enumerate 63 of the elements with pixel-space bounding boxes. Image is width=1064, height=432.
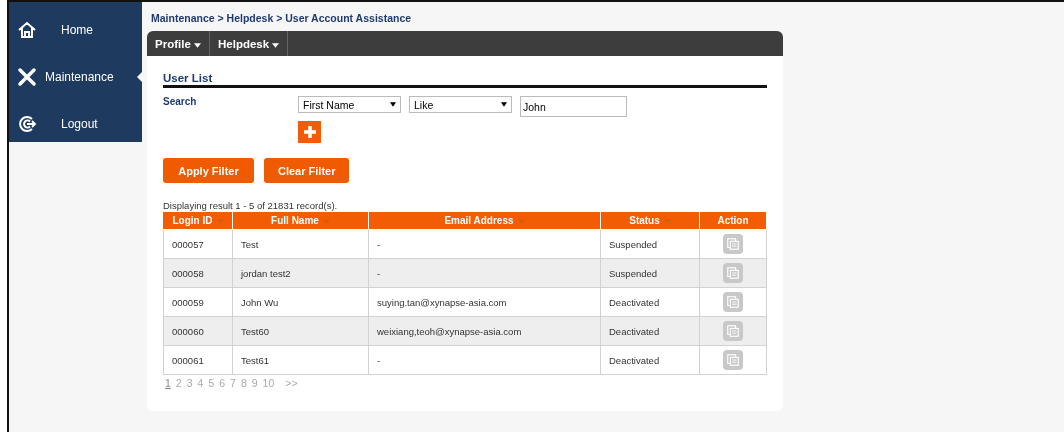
filter-button[interactable]: Apply Filter [163,158,254,183]
menu-dropdown[interactable]: Helpdesk [210,31,289,56]
plus-icon [302,125,317,139]
page-link[interactable]: 7 [230,377,236,389]
column-header[interactable]: Full Name [232,211,369,230]
home-icon [17,19,37,40]
page-link[interactable]: 9 [251,377,258,389]
table-cell: Suspended [600,258,700,288]
tools-icon [17,66,37,87]
edit-button[interactable] [723,321,743,341]
table-cell: weixiang,teoh@xynapse-asia.com [368,316,601,346]
page-link[interactable]: 4 [197,377,204,389]
edit-button[interactable] [723,350,743,370]
caret-icon [390,102,396,107]
breadcrumb: Maintenance > Helpdesk > User Account Assistance [151,12,413,26]
column-header[interactable]: Email Address [368,211,601,230]
column-header: Action [699,211,767,230]
table-cell: 000059 [163,287,233,317]
menu-dropdown[interactable]: Profile [147,31,210,56]
table-cell: jordan test2 [232,258,369,288]
column-header[interactable]: Login ID [163,211,233,230]
table-cell: - [368,345,601,375]
edit-button[interactable] [723,234,743,254]
page-link[interactable]: 8 [240,377,247,389]
caret-icon [272,42,280,48]
edit-button[interactable] [723,263,743,283]
operator-dropdown[interactable]: Like [409,96,512,113]
table-cell: John Wu [232,287,369,317]
table-cell: 000060 [163,316,233,346]
table-cell: - [368,229,601,259]
table-cell: Suspended [600,229,700,259]
caret-icon [194,42,201,48]
page-link[interactable]: >> [285,377,298,389]
edit-button[interactable] [723,292,743,312]
page-link[interactable]: 5 [208,377,215,389]
column-header[interactable]: Status [600,211,700,230]
sidebar-item[interactable]: Logout [9,100,142,147]
page-link[interactable]: 3 [186,377,193,389]
page-link[interactable]: 1 [165,377,171,389]
page-link[interactable]: 6 [219,377,226,389]
field-dropdown[interactable]: First Name [298,96,401,113]
table-cell: Test60 [232,316,369,346]
table-cell: suying.tan@xynapse-asia.com [368,287,601,317]
sidebar-item[interactable]: Home [9,6,142,53]
table-cell: Deactivated [600,287,700,317]
table-cell: Deactivated [600,345,700,375]
page-link[interactable]: 2 [175,377,182,389]
table-cell: Deactivated [600,316,700,346]
result-count: Displaying result 1 - 5 of 21831 record(s). [163,200,339,211]
add-button[interactable] [298,121,321,143]
table-cell: Test [232,229,369,259]
page-link[interactable]: 10 [262,377,275,389]
caret-icon [501,102,507,107]
search-field[interactable]: John [520,96,627,117]
table-cell: - [368,258,601,288]
search-label: Search [163,96,198,109]
table-cell: 000057 [163,229,233,259]
logout-icon [17,113,37,134]
filter-button[interactable]: Clear Filter [264,158,350,183]
table-cell: 000061 [163,345,233,375]
table-cell: Test61 [232,345,369,375]
table-cell: 000058 [163,258,233,288]
section-title: User List [163,72,767,88]
